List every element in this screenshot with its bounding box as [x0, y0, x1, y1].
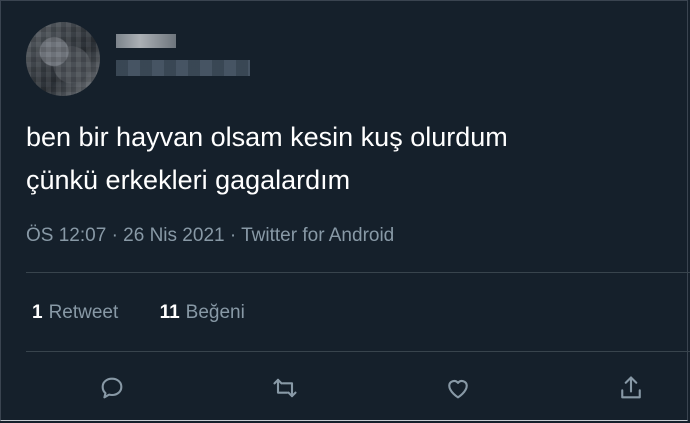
reply-icon	[101, 377, 123, 399]
tweet-date[interactable]: 26 Nis 2021	[123, 225, 224, 246]
display-name-blurred[interactable]	[116, 34, 176, 48]
retweet-icon	[273, 378, 297, 398]
share-button[interactable]	[613, 370, 649, 406]
meta-separator: ·	[111, 225, 118, 246]
tweet-text-line: çünkü erkekleri gagalardım	[26, 165, 351, 195]
tweet-meta: ÖS 12:07 · 26 Nis 2021 · Twitter for And…	[26, 225, 394, 247]
divider	[26, 351, 690, 352]
share-icon	[621, 376, 641, 399]
retweet-stat[interactable]: 1 Retweet	[32, 302, 118, 324]
like-button[interactable]	[440, 370, 476, 406]
like-stat[interactable]: 11 Beğeni	[160, 302, 245, 324]
tweet-card	[0, 0, 688, 421]
tweet-text: ben bir hayvan olsam kesin kuş olurdum ç…	[26, 116, 666, 202]
divider	[26, 272, 690, 273]
retweet-button[interactable]	[267, 370, 303, 406]
like-icon	[448, 379, 468, 399]
tweet-time[interactable]: ÖS 12:07	[26, 225, 106, 246]
tweet-source[interactable]: Twitter for Android	[241, 225, 394, 246]
tweet-text-line: ben bir hayvan olsam kesin kuş olurdum	[26, 122, 508, 152]
retweet-count: 1	[32, 302, 43, 323]
tweet-actions	[0, 370, 690, 406]
like-stat-label: Beğeni	[185, 302, 245, 323]
username-blurred[interactable]	[116, 60, 250, 76]
engagement-stats: 1 Retweet 11 Beğeni	[32, 302, 281, 324]
retweet-stat-label: Retweet	[48, 302, 119, 323]
meta-separator: ·	[229, 225, 237, 246]
avatar[interactable]	[26, 22, 100, 96]
reply-button[interactable]	[94, 370, 130, 406]
like-count: 11	[159, 302, 180, 323]
